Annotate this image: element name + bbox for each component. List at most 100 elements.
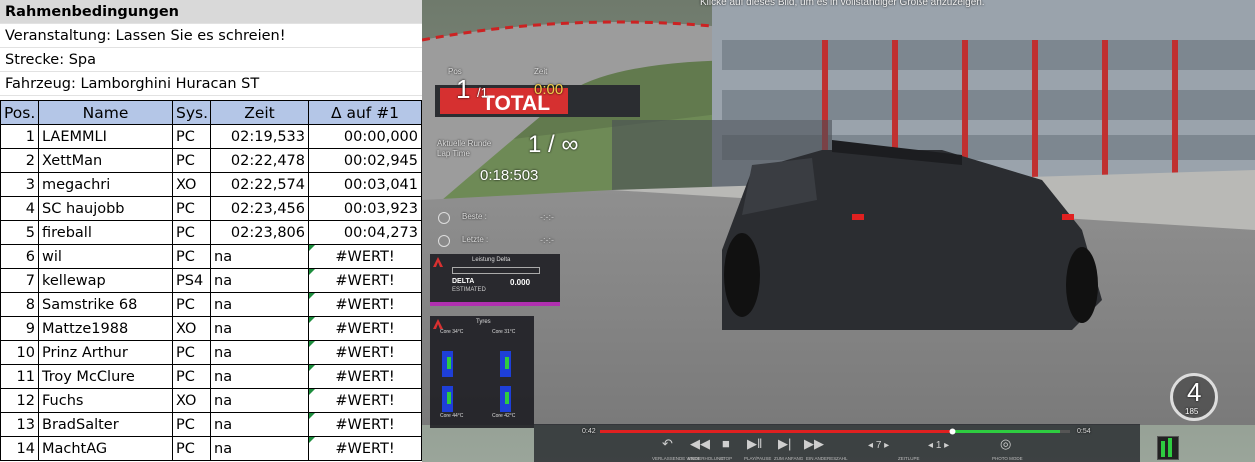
cell-delta[interactable]: 00:04,273 — [308, 220, 422, 245]
cell-pos[interactable]: 6 — [0, 244, 39, 269]
cell-sys[interactable]: PC — [172, 292, 211, 317]
cell-name[interactable]: MachtAG — [38, 436, 173, 461]
cell-sys[interactable]: PC — [172, 196, 211, 221]
cell-delta[interactable]: #WERT! — [308, 268, 422, 293]
tyre-widget[interactable]: Tyres Core 34°C Core 31°C Core 44°C Core… — [430, 316, 534, 428]
cell-name[interactable]: BradSalter — [38, 412, 173, 437]
cell-sys[interactable]: PC — [172, 340, 211, 365]
cell-time[interactable]: na — [210, 412, 309, 437]
rewind-icon[interactable]: ◀◀ — [690, 436, 710, 452]
cell-time[interactable]: na — [210, 436, 309, 461]
table-row[interactable]: 9 Mattze1988 XO na #WERT! — [0, 316, 422, 341]
cell-sys[interactable]: PC — [172, 148, 211, 173]
header-name[interactable]: Name — [38, 100, 173, 125]
cell-delta[interactable]: 00:03,923 — [308, 196, 422, 221]
cell-sys[interactable]: XO — [172, 316, 211, 341]
cell-name[interactable]: Fuchs — [38, 388, 173, 413]
cell-name[interactable]: Troy McClure — [38, 364, 173, 389]
cell-name[interactable]: kellewap — [38, 268, 173, 293]
delta-widget[interactable]: Leistung Delta DELTA ESTIMATED 0.000 — [430, 254, 560, 306]
table-row[interactable]: 2 XettMan PC 02:22,478 00:02,945 — [0, 148, 422, 173]
cell-delta[interactable]: #WERT! — [308, 388, 422, 413]
table-row[interactable]: 13 BradSalter PC na #WERT! — [0, 412, 422, 437]
cell-name[interactable]: fireball — [38, 220, 173, 245]
camera-selector[interactable]: ◂ 1 ▸ — [928, 440, 949, 451]
table-row[interactable]: 14 MachtAG PC na #WERT! — [0, 436, 422, 461]
cell-pos[interactable]: 7 — [0, 268, 39, 293]
table-row[interactable]: 4 SC haujobb PC 02:23,456 00:03,923 — [0, 196, 422, 221]
cell-sys[interactable]: PS4 — [172, 268, 211, 293]
game-screenshot[interactable]: TOTAL Klicke auf dieses Bild, um es in v… — [422, 0, 1255, 462]
cell-pos[interactable]: 10 — [0, 340, 39, 365]
cell-delta[interactable]: 00:00,000 — [308, 124, 422, 149]
cell-name[interactable]: SC haujobb — [38, 196, 173, 221]
cell-time[interactable]: na — [210, 292, 309, 317]
cell-name[interactable]: XettMan — [38, 148, 173, 173]
cell-pos[interactable]: 2 — [0, 148, 39, 173]
cell-name[interactable]: Samstrike 68 — [38, 292, 173, 317]
cell-sys[interactable]: XO — [172, 388, 211, 413]
enlarge-notice[interactable]: Klicke auf dieses Bild, um es in vollstä… — [700, 0, 985, 8]
exit-replay-icon[interactable]: ↶ — [662, 436, 673, 452]
cell-delta[interactable]: #WERT! — [308, 364, 422, 389]
cell-name[interactable]: megachri — [38, 172, 173, 197]
cell-name[interactable]: LAEMMLI — [38, 124, 173, 149]
cell-time[interactable]: 02:23,806 — [210, 220, 309, 245]
camera-prev-icon[interactable]: ◂ — [928, 440, 933, 451]
cell-time[interactable]: na — [210, 364, 309, 389]
cell-delta[interactable]: #WERT! — [308, 244, 422, 269]
cell-name[interactable]: Mattze1988 — [38, 316, 173, 341]
cell-sys[interactable]: XO — [172, 172, 211, 197]
table-row[interactable]: 7 kellewap PS4 na #WERT! — [0, 268, 422, 293]
cell-pos[interactable]: 14 — [0, 436, 39, 461]
cell-delta[interactable]: 00:03,041 — [308, 172, 422, 197]
table-row[interactable]: 1 LAEMMLI PC 02:19,533 00:00,000 — [0, 124, 422, 149]
cell-pos[interactable]: 5 — [0, 220, 39, 245]
cell-pos[interactable]: 8 — [0, 292, 39, 317]
cell-sys[interactable]: PC — [172, 244, 211, 269]
table-row[interactable]: 12 Fuchs XO na #WERT! — [0, 388, 422, 413]
cell-pos[interactable]: 13 — [0, 412, 39, 437]
table-row[interactable]: 11 Troy McClure PC na #WERT! — [0, 364, 422, 389]
cell-time[interactable]: na — [210, 268, 309, 293]
cell-sys[interactable]: PC — [172, 124, 211, 149]
speed-selector[interactable]: ◂ 7 ▸ — [868, 440, 889, 451]
table-row[interactable]: 6 wil PC na #WERT! — [0, 244, 422, 269]
cell-time[interactable]: 02:23,456 — [210, 196, 309, 221]
cell-pos[interactable]: 11 — [0, 364, 39, 389]
table-row[interactable]: 3 megachri XO 02:22,574 00:03,041 — [0, 172, 422, 197]
cell-pos[interactable]: 3 — [0, 172, 39, 197]
camera-next-icon[interactable]: ▸ — [944, 440, 949, 451]
cell-time[interactable]: na — [210, 340, 309, 365]
cell-name[interactable]: wil — [38, 244, 173, 269]
stop-icon[interactable]: ■ — [722, 436, 730, 451]
cell-time[interactable]: na — [210, 388, 309, 413]
cell-time[interactable]: na — [210, 244, 309, 269]
cell-delta[interactable]: #WERT! — [308, 316, 422, 341]
cell-delta[interactable]: #WERT! — [308, 412, 422, 437]
speed-minus-icon[interactable]: ◂ — [868, 440, 873, 451]
header-delta[interactable]: Δ auf #1 — [308, 100, 422, 125]
cell-name[interactable]: Prinz Arthur — [38, 340, 173, 365]
next-icon[interactable]: ▶| — [778, 436, 791, 452]
cell-time[interactable]: 02:22,478 — [210, 148, 309, 173]
cell-sys[interactable]: PC — [172, 436, 211, 461]
header-pos[interactable]: Pos. — [0, 100, 39, 125]
header-sys[interactable]: Sys. — [172, 100, 211, 125]
play-pause-icon[interactable]: ▶‖ — [747, 436, 762, 452]
cell-time[interactable]: 02:22,574 — [210, 172, 309, 197]
header-time[interactable]: Zeit — [210, 100, 309, 125]
cell-sys[interactable]: PC — [172, 412, 211, 437]
cell-pos[interactable]: 12 — [0, 388, 39, 413]
cell-sys[interactable]: PC — [172, 220, 211, 245]
photo-mode-icon[interactable]: ◎ — [1000, 436, 1011, 452]
cell-time[interactable]: 02:19,533 — [210, 124, 309, 149]
table-row[interactable]: 10 Prinz Arthur PC na #WERT! — [0, 340, 422, 365]
fast-forward-icon[interactable]: ▶▶ — [804, 436, 824, 452]
cell-sys[interactable]: PC — [172, 364, 211, 389]
table-row[interactable]: 5 fireball PC 02:23,806 00:04,273 — [0, 220, 422, 245]
speed-plus-icon[interactable]: ▸ — [884, 440, 889, 451]
cell-delta[interactable]: #WERT! — [308, 340, 422, 365]
cell-pos[interactable]: 9 — [0, 316, 39, 341]
cell-delta[interactable]: #WERT! — [308, 436, 422, 461]
